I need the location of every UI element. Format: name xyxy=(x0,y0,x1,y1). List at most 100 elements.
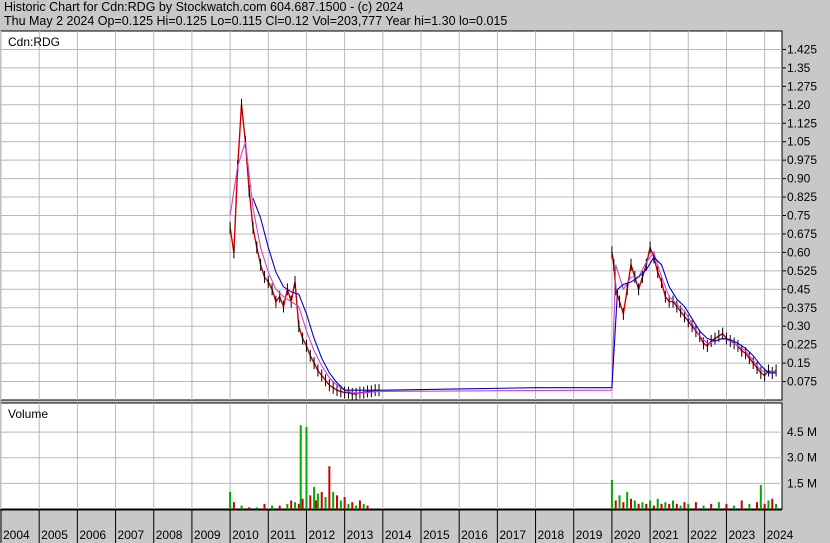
volume-bar xyxy=(305,426,308,509)
volume-bar xyxy=(660,503,663,509)
year-label: 2009 xyxy=(194,528,221,542)
volume-bar xyxy=(248,507,251,509)
price-grid xyxy=(0,31,782,400)
price-y-tick-label: 1.125 xyxy=(787,116,817,130)
volume-bar xyxy=(328,466,331,509)
volume-bar xyxy=(756,502,758,509)
price-y-tick-label: 0.975 xyxy=(787,153,817,167)
year-label: 2022 xyxy=(690,528,717,542)
volume-bar xyxy=(652,505,655,509)
volume-bar xyxy=(622,502,625,509)
volume-bar xyxy=(255,507,258,509)
volume-label: Volume xyxy=(8,407,48,421)
volume-bar xyxy=(366,505,369,509)
price-y-tick-label: 1.425 xyxy=(787,42,817,56)
year-label: 2012 xyxy=(308,528,335,542)
volume-bar xyxy=(675,503,678,509)
volume-bar xyxy=(771,498,774,509)
price-y-axis: 1.425 1.35 1.275 1.20 1.125 1.05 0.975 0.90 0.82… xyxy=(782,42,817,389)
volume-bar xyxy=(725,503,728,509)
price-y-tick-label: 0.075 xyxy=(787,375,817,389)
volume-bar xyxy=(286,503,289,509)
price-y-tick-label: 0.60 xyxy=(787,245,811,259)
price-y-tick-label: 0.30 xyxy=(787,319,811,333)
price-y-tick-label: 1.05 xyxy=(787,135,811,149)
year-label: 2008 xyxy=(156,528,183,542)
volume-bar xyxy=(355,505,358,509)
year-label: 2010 xyxy=(232,528,259,542)
volume-bar xyxy=(297,503,300,509)
volume-y-tick-label: 3.0 M xyxy=(787,451,817,465)
volume-bar xyxy=(278,505,281,509)
volume-bar xyxy=(290,500,293,509)
volume-bar xyxy=(656,498,659,509)
price-y-tick-label: 1.20 xyxy=(787,98,811,112)
volume-bar xyxy=(775,503,778,509)
year-label: 2007 xyxy=(118,528,145,542)
price-y-tick-label: 0.675 xyxy=(787,227,817,241)
volume-bar xyxy=(759,485,762,509)
volume-bar xyxy=(316,493,319,509)
volume-bar xyxy=(664,502,667,509)
volume-bar xyxy=(717,502,720,509)
volume-bar xyxy=(641,502,644,509)
volume-bar xyxy=(733,505,736,509)
price-y-tick-label: 1.35 xyxy=(787,61,811,75)
volume-bar xyxy=(313,486,316,509)
volume-bar xyxy=(683,502,686,509)
volume-bar xyxy=(618,495,621,509)
volume-bar xyxy=(649,500,652,509)
volume-bar xyxy=(299,425,302,509)
volume-bar xyxy=(610,479,613,509)
price-y-tick-label: 0.45 xyxy=(787,282,811,296)
price-y-tick-label: 0.525 xyxy=(787,264,817,278)
year-label: 2018 xyxy=(538,528,565,542)
volume-bar xyxy=(229,491,232,509)
volume-bar xyxy=(748,503,751,509)
volume-bar xyxy=(687,503,690,509)
year-label: 2011 xyxy=(270,528,296,542)
volume-bar xyxy=(339,500,342,509)
volume-bar xyxy=(626,491,629,509)
volume-bar xyxy=(351,502,354,509)
volume-bar xyxy=(614,500,617,509)
volume-bar xyxy=(668,503,671,509)
volume-bar xyxy=(336,495,338,509)
year-label: 2013 xyxy=(347,528,374,542)
volume-bar xyxy=(763,503,766,509)
volume-bar xyxy=(324,497,327,509)
volume-bar xyxy=(645,503,648,509)
year-label: 2016 xyxy=(461,528,488,542)
volume-bar xyxy=(767,500,770,509)
symbol-label: Cdn:RDG xyxy=(8,35,60,49)
volume-bar xyxy=(309,495,312,509)
volume-bar xyxy=(740,500,743,509)
year-label: 2017 xyxy=(499,528,526,542)
volume-bar xyxy=(358,500,361,509)
year-label: 2019 xyxy=(576,528,603,542)
year-label: 2004 xyxy=(3,528,30,542)
volume-bar xyxy=(362,503,365,509)
volume-bar xyxy=(271,505,274,509)
volume-panel xyxy=(0,402,783,510)
volume-bar xyxy=(702,505,705,509)
price-y-tick-label: 0.90 xyxy=(787,172,811,186)
volume-bar xyxy=(694,502,697,509)
volume-bar xyxy=(240,505,243,509)
volume-y-tick-label: 4.5 M xyxy=(787,425,817,439)
price-y-tick-label: 0.75 xyxy=(787,209,811,223)
price-y-tick-label: 0.225 xyxy=(787,338,817,352)
volume-bar xyxy=(630,498,632,509)
volume-bar xyxy=(301,498,304,509)
volume-y-axis: 4.5 M 3.0 M 1.5 M xyxy=(787,425,817,490)
volume-bar xyxy=(633,500,636,509)
price-y-tick-label: 0.375 xyxy=(787,301,817,315)
year-axis: 2004 2005 2006 2007 2008 2009 2010 2011 2012 2013… xyxy=(0,509,794,543)
price-y-tick-label: 1.275 xyxy=(787,79,817,93)
volume-bar xyxy=(315,500,317,509)
year-label: 2014 xyxy=(385,528,412,542)
volume-bar xyxy=(710,503,713,509)
stock-chart: Cdn:RDG 1.425 1.35 1.275 1.20 1.125 1.05 0.975… xyxy=(0,30,817,543)
year-label: 2015 xyxy=(423,528,450,542)
price-y-tick-label: 0.15 xyxy=(787,356,811,370)
